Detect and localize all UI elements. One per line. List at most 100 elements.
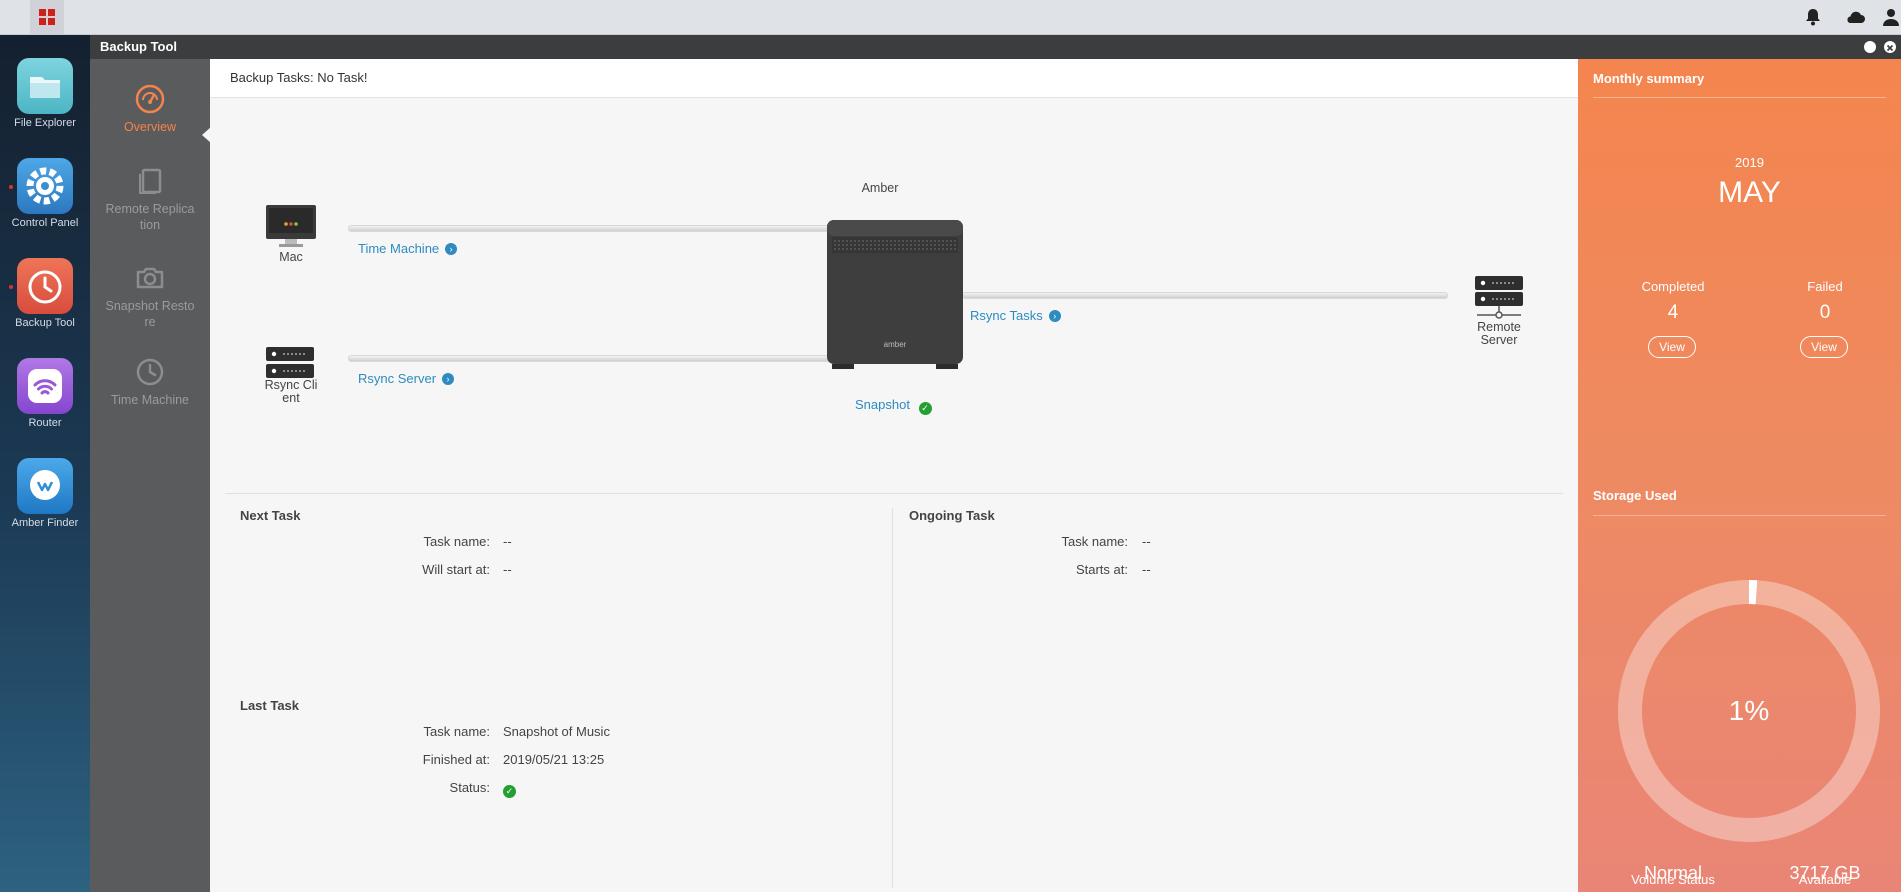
sidebar-item-time-machine[interactable]: Time Machine (90, 356, 210, 408)
available-value: 3717 GB (1789, 863, 1861, 883)
folder-icon (17, 58, 73, 114)
server-icon (266, 347, 314, 378)
next-task-title: Next Task (240, 508, 301, 523)
monthly-summary-title: Monthly summary (1593, 71, 1705, 86)
ongoing-task-start-label: Starts at: (1075, 562, 1128, 577)
sidebar-item-snapshot-restore[interactable]: Snapshot Resto re (90, 262, 210, 330)
completed-count: 4 (1667, 302, 1679, 323)
chat-search-icon (17, 458, 73, 514)
last-task-status-label: Status: (449, 780, 490, 795)
center-device-label: Amber (861, 181, 899, 195)
divider (892, 508, 893, 888)
summary-panel: Monthly summary 2019 MAY Completed 4 Vie… (1578, 59, 1901, 892)
storage-used-title: Storage Used (1593, 488, 1677, 503)
next-task-start-label: Will start at: (422, 562, 490, 577)
rsync-server-link-label: Rsync Server (358, 371, 437, 386)
completed-label: Completed (1641, 279, 1705, 294)
sidebar-item-label: Time Machine (110, 393, 190, 407)
grid-icon[interactable] (30, 0, 64, 34)
ongoing-task-name-label: Task name: (1061, 534, 1128, 549)
sidebar-item-overview[interactable]: Overview (90, 83, 210, 135)
nas-device-icon: amber (827, 220, 963, 369)
connection-line (348, 225, 834, 232)
desktop-icon-router[interactable]: Router (9, 358, 81, 429)
rsync-tasks-link[interactable]: Rsync Tasks › (970, 308, 1061, 323)
desktop-icon-control-panel[interactable]: Control Panel (9, 158, 81, 229)
failed-label: Failed (1807, 279, 1843, 294)
divider (1593, 97, 1886, 98)
remote-server-label-line2: Server (1480, 333, 1518, 347)
remote-server-label: Remote Server (1459, 321, 1539, 347)
mac-icon (266, 205, 316, 247)
next-task-name-value: -- (503, 534, 512, 549)
chevron-right-icon: › (442, 373, 455, 385)
ongoing-task-title: Ongoing Task (909, 508, 995, 523)
connection-line (962, 292, 1448, 299)
summary-year: 2019 (1735, 155, 1764, 170)
view-completed-button[interactable]: View (1648, 336, 1696, 358)
main-panel: Backup Tasks: No Task! Amber Mac Rsync C… (210, 59, 1578, 892)
window-title: Backup Tool (100, 39, 178, 54)
rsync-tasks-link-label: Rsync Tasks (970, 308, 1043, 323)
check-circle-icon: ✓ (918, 402, 932, 415)
desktop-icon-backup-tool[interactable]: Backup Tool (9, 258, 81, 329)
last-task-finished-label: Finished at: (422, 752, 490, 767)
sidebar-item-remote-replication[interactable]: Remote Replica tion (90, 165, 210, 233)
time-machine-link-label: Time Machine (358, 241, 440, 256)
close-icon (1886, 44, 1894, 52)
rsync-client-label-line2: ent (282, 391, 300, 405)
desktop-icon-amber-finder[interactable]: Amber Finder (9, 458, 81, 529)
user-icon[interactable] (1880, 6, 1901, 28)
summary-month: MAY (1718, 176, 1781, 209)
divider (1593, 515, 1886, 516)
next-task-start-value: -- (503, 562, 512, 577)
last-task-finished-value: 2019/05/21 13:25 (503, 752, 605, 767)
clock-icon (136, 358, 164, 386)
time-machine-link[interactable]: Time Machine › (358, 241, 458, 256)
next-task-name-label: Task name: (423, 534, 490, 549)
desktop-icon-file-explorer[interactable]: File Explorer (9, 58, 81, 129)
rsync-client-label: Rsync Cli ent (251, 379, 331, 405)
ongoing-task-name-value: -- (1142, 534, 1151, 549)
chevron-right-icon: › (445, 243, 458, 255)
storage-percent: 1% (1728, 695, 1770, 726)
device-brand: amber (884, 340, 907, 349)
sidebar-item-label-cont: tion (139, 218, 161, 232)
sidebar-item-label: Snapshot Resto (105, 299, 195, 313)
last-task-title: Last Task (240, 698, 300, 713)
last-task-status-value: ✓ (503, 780, 516, 798)
bell-icon[interactable] (1802, 6, 1824, 28)
cloud-icon[interactable] (1844, 6, 1866, 28)
snapshot-link[interactable]: Snapshot ✓ (855, 397, 932, 415)
check-circle-icon: ✓ (503, 785, 516, 798)
status-header: Backup Tasks: No Task! (210, 59, 1578, 98)
document-icon (139, 168, 162, 194)
mac-label: Mac (279, 250, 303, 264)
sidebar-item-label: Remote Replica (105, 202, 195, 216)
sidebar: Overview Remote Replica tion Snapshot Re… (90, 59, 211, 892)
close-button[interactable] (1884, 41, 1896, 53)
camera-icon (136, 267, 164, 289)
backup-tool-window: Backup Tool Overview Remote Replica tion (90, 35, 1901, 892)
rsync-server-link[interactable]: Rsync Server › (358, 371, 455, 386)
last-task-name-value: Snapshot of Music (503, 724, 610, 739)
ongoing-task-start-value: -- (1142, 562, 1151, 577)
sidebar-item-label-cont: re (144, 315, 156, 329)
minimize-button[interactable] (1864, 41, 1876, 53)
speedometer-icon (135, 84, 165, 114)
gear-icon (17, 158, 73, 214)
rsync-client-label-line1: Rsync Cli (264, 378, 318, 392)
connection-line (348, 355, 834, 362)
sidebar-item-label: Overview (123, 120, 177, 134)
divider (225, 493, 1563, 494)
snapshot-link-label: Snapshot (855, 397, 910, 412)
failed-count: 0 (1819, 302, 1831, 323)
view-failed-button[interactable]: View (1800, 336, 1848, 358)
wifi-icon (17, 358, 73, 414)
volume-status-value: Normal (1643, 863, 1702, 883)
remote-server-icon (1475, 276, 1523, 319)
remote-server-label-line1: Remote (1477, 320, 1521, 334)
backup-tasks-status: Backup Tasks: No Task! (230, 70, 368, 85)
last-task-name-label: Task name: (423, 724, 490, 739)
taskbar (0, 0, 1901, 35)
